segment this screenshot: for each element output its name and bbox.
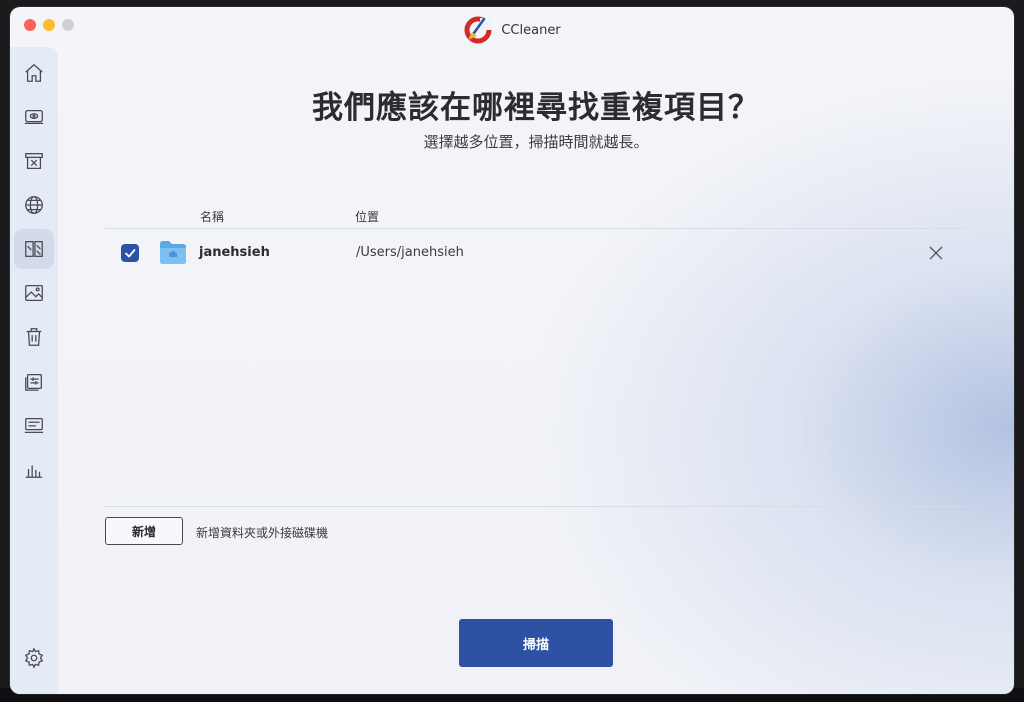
page-title: 我們應該在哪裡尋找重複項目？	[312, 90, 760, 126]
page-subtitle: 選擇越多位置，掃描時間就越長。	[423, 133, 649, 151]
health-check-nav-item[interactable]	[14, 97, 54, 137]
trash-icon	[26, 328, 42, 346]
add-location-button[interactable]: 新增	[105, 517, 183, 545]
scan-button[interactable]: 掃描	[459, 619, 613, 667]
app-title: CCleaner	[501, 22, 561, 38]
table-row: janehsieh /Users/janehsieh	[105, 235, 966, 271]
home-nav-item[interactable]	[14, 53, 54, 93]
home-icon	[25, 63, 43, 82]
trash-nav-item[interactable]	[14, 317, 54, 357]
checkmark-icon	[125, 249, 136, 258]
startup-nav-item[interactable]	[14, 361, 54, 401]
custom-clean-nav-item[interactable]	[14, 141, 54, 181]
close-icon	[929, 246, 943, 260]
performance-nav-item[interactable]	[14, 449, 54, 489]
table-header: 名稱 位置	[105, 207, 966, 229]
health-check-icon	[24, 109, 44, 125]
ccleaner-logo-icon	[464, 16, 493, 44]
column-header-name: 名稱	[200, 210, 225, 224]
add-location-hint: 新增資料夾或外接磁碟機	[196, 526, 329, 540]
app-window: CCleaner 我們應該在哪裡尋找重複項目？ 選擇越多位置，掃描時間就越長。 …	[10, 7, 1014, 694]
duplicate-finder-icon	[25, 241, 43, 257]
duplicate-finder-nav-item[interactable]	[14, 229, 54, 269]
custom-clean-icon	[25, 153, 43, 169]
photo-nav-item[interactable]	[14, 273, 54, 313]
browser-nav-item[interactable]	[14, 185, 54, 225]
row-checkbox[interactable]	[121, 244, 139, 262]
sidebar	[10, 47, 58, 694]
app-title-group: CCleaner	[10, 15, 1014, 45]
uninstall-icon	[24, 417, 44, 433]
title-bar: CCleaner	[10, 7, 1014, 47]
remove-location-button[interactable]	[926, 243, 946, 263]
row-folder-name: janehsieh	[199, 245, 270, 260]
column-header-location: 位置	[355, 210, 380, 224]
startup-icon	[25, 373, 42, 391]
row-folder-location: /Users/janehsieh	[356, 245, 464, 260]
performance-icon	[25, 465, 43, 478]
divider	[105, 506, 966, 507]
settings-nav-item[interactable]	[14, 638, 54, 678]
uninstall-nav-item[interactable]	[14, 405, 54, 445]
home-folder-icon	[160, 241, 186, 264]
browser-icon	[25, 196, 43, 214]
photo-icon	[25, 285, 43, 301]
gear-icon	[24, 647, 44, 669]
